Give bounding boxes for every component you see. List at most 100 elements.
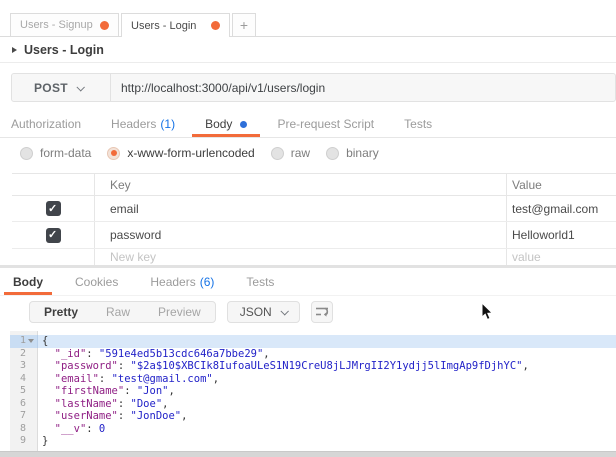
tab-pre-request-script[interactable]: Pre-request Script: [277, 111, 374, 137]
code-text: "password": "$2a$10$XBCIk8IufoaULeS1N19C…: [38, 360, 616, 373]
code-line: 3 "password": "$2a$10$XBCIk8IufoaULeS1N1…: [0, 360, 616, 373]
response-tab-tests[interactable]: Tests: [246, 268, 274, 295]
new-key-input[interactable]: New key: [95, 249, 507, 265]
code-left-margin: [0, 410, 10, 423]
param-value-cell[interactable]: Helloworld1: [507, 222, 616, 248]
code-left-margin: [0, 385, 10, 398]
radio-icon: [326, 147, 339, 160]
radio-x-www-form-urlencoded[interactable]: x-www-form-urlencoded: [107, 146, 254, 160]
param-checkbox[interactable]: [12, 196, 95, 221]
collapse-arrow-icon: [12, 47, 17, 53]
fold-placeholder: [27, 362, 35, 370]
unsaved-dot-icon: [100, 21, 109, 30]
line-number: 5: [20, 385, 26, 398]
url-bar: POST http://localhost:3000/api/v1/users/…: [11, 73, 616, 102]
param-value-cell[interactable]: test@gmail.com: [507, 196, 616, 221]
code-text: "userName": "JonDoe",: [38, 410, 616, 423]
fold-placeholder: [27, 400, 35, 408]
code-line: 7 "userName": "JonDoe",: [0, 410, 616, 423]
line-number: 6: [20, 398, 26, 411]
checkbox-checked-icon: [46, 201, 61, 216]
headers-count-badge: (1): [160, 117, 175, 131]
code-left-margin: [0, 448, 10, 452]
pretty-button[interactable]: Pretty: [30, 302, 92, 322]
url-text: http://localhost:3000/api/v1/users/login: [121, 81, 325, 95]
param-row: passwordHelloworld1: [12, 222, 616, 249]
code-left-margin: [0, 360, 10, 373]
code-line: 4 "email": "test@gmail.com",: [0, 373, 616, 386]
tab-headers[interactable]: Headers (1): [111, 111, 175, 137]
tab-label: Users - Login: [131, 20, 196, 32]
tab-label: Cookies: [75, 275, 118, 289]
code-text: "email": "test@gmail.com",: [38, 373, 616, 386]
params-rows: emailtest@gmail.compasswordHelloworld1: [12, 196, 616, 249]
gutter-cell: 9: [10, 435, 38, 448]
param-checkbox[interactable]: [12, 222, 95, 248]
tab-authorization[interactable]: Authorization: [11, 111, 81, 137]
tab-label: Body: [205, 117, 232, 131]
gutter-cell: 5: [10, 385, 38, 398]
code-line: 1{: [0, 335, 616, 348]
fold-placeholder: [27, 375, 35, 383]
response-body-viewer: 1{2 "_id": "591e4ed5b13cdc646a7bbe29",3 …: [0, 331, 616, 451]
tab-label: Body: [13, 275, 43, 289]
wrap-text-button[interactable]: [311, 301, 333, 323]
code-line: 8 "__v": 0: [0, 423, 616, 436]
line-number: 4: [20, 373, 26, 386]
response-tab-cookies[interactable]: Cookies: [75, 268, 118, 295]
line-number: 8: [20, 423, 26, 436]
response-tab-body[interactable]: Body: [13, 268, 43, 295]
method-dropdown[interactable]: POST: [12, 74, 111, 101]
fold-caret-icon[interactable]: [28, 339, 34, 343]
tab-label: Tests: [404, 117, 432, 131]
view-mode-group: Pretty Raw Preview: [29, 301, 216, 323]
method-label: POST: [34, 81, 68, 95]
code-text: "_id": "591e4ed5b13cdc646a7bbe29",: [38, 348, 616, 361]
header-checkbox-cell: [12, 174, 95, 195]
response-tabs: Body Cookies Headers (6) Tests: [0, 268, 616, 296]
code-text: {: [38, 335, 616, 348]
code-text: }: [38, 435, 616, 448]
param-key-cell[interactable]: password: [95, 222, 507, 248]
radio-label: form-data: [40, 146, 91, 160]
format-dropdown[interactable]: JSON: [227, 301, 300, 323]
url-input[interactable]: http://localhost:3000/api/v1/users/login: [111, 74, 615, 101]
code-text: "__v": 0: [38, 423, 616, 436]
radio-binary[interactable]: binary: [326, 146, 379, 160]
tab-bar: Users - Signup Users - Login +: [0, 0, 616, 37]
code-left-margin: [0, 348, 10, 361]
preview-button[interactable]: Preview: [144, 302, 215, 322]
code-area[interactable]: [38, 448, 616, 452]
radio-raw[interactable]: raw: [271, 146, 310, 160]
fold-placeholder: [27, 425, 35, 433]
new-value-input[interactable]: value: [507, 249, 616, 265]
gutter-cell: 2: [10, 348, 38, 361]
code-left-margin: [0, 398, 10, 411]
new-tab-button[interactable]: +: [232, 13, 256, 36]
tab-label: Tests: [246, 275, 274, 289]
tab-label: Headers: [111, 117, 156, 131]
params-table: Key Value emailtest@gmail.compasswordHel…: [12, 173, 616, 265]
radio-icon: [271, 147, 284, 160]
response-tab-headers[interactable]: Headers (6): [150, 268, 214, 295]
param-checkbox-cell: [12, 249, 95, 265]
url-bar-area: POST http://localhost:3000/api/v1/users/…: [0, 63, 616, 111]
radio-form-data[interactable]: form-data: [20, 146, 91, 160]
radio-label: raw: [291, 146, 310, 160]
gutter-cell: 6: [10, 398, 38, 411]
tab-body[interactable]: Body: [205, 111, 247, 137]
raw-button[interactable]: Raw: [92, 302, 144, 322]
tab-users-signup[interactable]: Users - Signup: [10, 13, 119, 36]
line-number: 7: [20, 410, 26, 423]
param-key-cell[interactable]: email: [95, 196, 507, 221]
code-text: "lastName": "Doe",: [38, 398, 616, 411]
code-line: 2 "_id": "591e4ed5b13cdc646a7bbe29",: [0, 348, 616, 361]
gutter-cell: 8: [10, 423, 38, 436]
gutter-cell: 1: [10, 335, 38, 348]
tab-tests[interactable]: Tests: [404, 111, 432, 137]
tab-label: Authorization: [11, 117, 81, 131]
tab-users-login[interactable]: Users - Login: [121, 13, 230, 37]
param-row: emailtest@gmail.com: [12, 196, 616, 222]
request-title-row[interactable]: Users - Login: [0, 37, 616, 63]
body-type-options: form-data x-www-form-urlencoded raw bina…: [0, 138, 616, 168]
